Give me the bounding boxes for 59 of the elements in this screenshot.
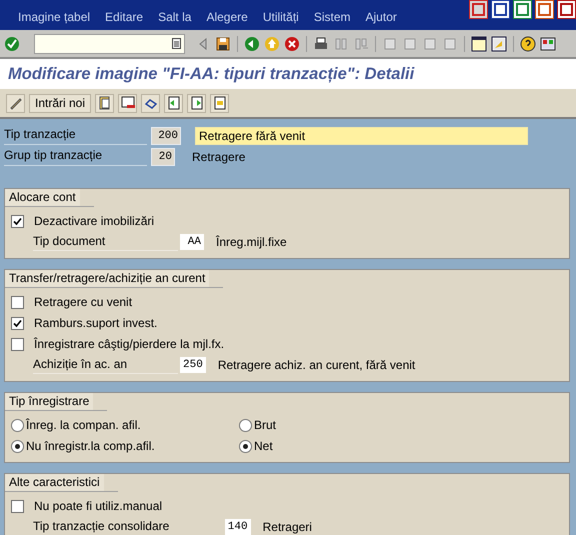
print-icon[interactable] [313, 36, 329, 52]
group-title: Transfer/retragere/achiziție an curent [5, 270, 224, 288]
checkbox-label: Nu poate fi utiliz.manual [34, 499, 162, 513]
description-text: Retragere achiz. an curent, fără venit [218, 358, 416, 372]
menu-item[interactable]: Editare [105, 10, 144, 24]
screen-title: Modificare imagine "FI-AA: tipuri tranzacție": Detalii [8, 64, 414, 84]
radio-label: Brut [254, 418, 276, 432]
description-text: Retragere [192, 150, 246, 164]
checkbox[interactable] [11, 214, 24, 228]
field-label: Tip document [33, 234, 178, 250]
radio-button[interactable] [239, 418, 252, 432]
checkbox-label: Înregistrare câştig/pierdere la mjl.fx. [34, 337, 224, 351]
checkbox-label: Retragere cu venit [34, 295, 132, 309]
description-text: Retrageri [262, 520, 312, 534]
next-entry-icon[interactable] [187, 94, 206, 112]
value-field[interactable]: 250 [180, 357, 206, 373]
code-field[interactable]: 20 [151, 148, 175, 166]
radio-label: Nu înregistr.la comp.afil. [26, 439, 155, 453]
delete-row-icon[interactable] [118, 94, 138, 112]
menu-item[interactable]: Alegere [206, 10, 248, 24]
field-label: Achiziție în ac. an [33, 356, 178, 374]
menu-item[interactable]: Imagine țabel [18, 10, 90, 24]
enter-icon[interactable] [4, 36, 20, 52]
checkbox[interactable] [11, 296, 24, 308]
radio-button[interactable] [239, 440, 252, 452]
radio-label: Net [254, 439, 273, 453]
value-field[interactable]: AA [180, 234, 204, 250]
field-label: Grup tip tranzacție [4, 148, 147, 166]
checkbox[interactable] [11, 500, 24, 512]
menu-item[interactable]: Sistem [314, 10, 351, 24]
new-window-icon[interactable] [471, 36, 487, 52]
help-icon[interactable] [520, 36, 536, 52]
menu-item[interactable]: Ajutor [366, 10, 397, 24]
cancel-icon[interactable] [284, 36, 300, 52]
command-field[interactable] [34, 34, 185, 54]
radio-button[interactable] [11, 418, 24, 432]
save-icon[interactable] [215, 36, 231, 52]
checkbox-label: Ramburs.suport invest. [34, 316, 158, 330]
value-field[interactable]: 140 [224, 519, 251, 535]
checkbox-label: Dezactivare imobilizări [34, 214, 154, 228]
menu-item[interactable]: Utilități [262, 10, 299, 24]
group-title: Alocare cont [5, 189, 94, 207]
previous-entry-icon[interactable] [164, 94, 184, 112]
edit-icon[interactable] [6, 94, 25, 112]
radio-label: Înreg. la compan. afil. [26, 418, 141, 432]
group-title: Tip înregistrare [5, 393, 108, 411]
description-field[interactable]: Retragere fără venit [195, 127, 528, 145]
new-entries-button[interactable]: Intrări noi [29, 94, 92, 112]
field-label: Tip tranzacție [4, 127, 147, 145]
checkbox[interactable] [11, 316, 24, 330]
field-label: Tip tranzacție consolidare [33, 518, 223, 535]
back-icon[interactable] [244, 36, 260, 52]
radio-button[interactable] [11, 440, 24, 452]
group-title: Alte caracteristici [5, 474, 118, 492]
description-text: Înreg.mijl.fixe [216, 235, 287, 249]
checkbox[interactable] [11, 338, 24, 350]
code-field[interactable]: 200 [151, 127, 181, 145]
history-icon[interactable] [172, 38, 181, 49]
menu-item[interactable]: Salt la [158, 10, 192, 24]
